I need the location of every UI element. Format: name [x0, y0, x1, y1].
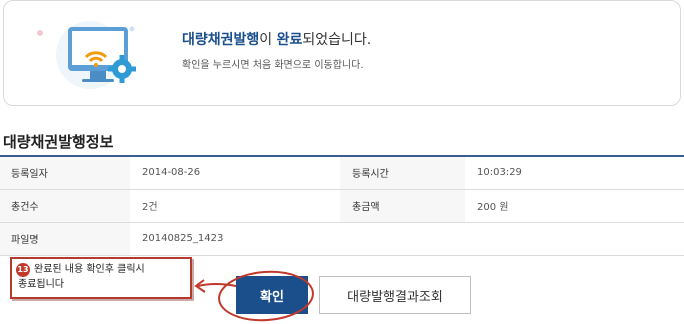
- table-row: 등록일자 2014-08-26 등록시간 10:03:29: [0, 156, 684, 190]
- filename-value: 20140825_1423: [130, 222, 684, 256]
- confirm-button[interactable]: 확인: [236, 276, 308, 314]
- arrow-line: [197, 283, 237, 287]
- bulk-issue-result-button[interactable]: 대량발행결과조회: [319, 276, 471, 314]
- count-label: 총건수: [0, 189, 130, 223]
- reg-time-value: 10:03:29: [465, 156, 684, 190]
- completion-description: 확인을 누르시면 처음 화면으로 이동합니다.: [182, 60, 364, 71]
- reg-time-label: 등록시간: [340, 156, 465, 190]
- table-row: 총건수 2건 총금액 200 원: [0, 189, 684, 223]
- issue-info-table: 등록일자 2014-08-26 등록시간 10:03:29 총건수 2건 총금액…: [0, 155, 684, 256]
- completion-text-end: 되었습니다.: [302, 32, 372, 48]
- reg-date-value: 2014-08-26: [130, 156, 340, 190]
- completion-highlight: 대량채권발행: [182, 32, 260, 48]
- count-value: 2건: [130, 189, 340, 223]
- amount-label: 총금액: [340, 189, 465, 223]
- table-row: 파일명 20140825_1423: [0, 222, 684, 256]
- completion-message: 대량채권발행이 완료되었습니다.: [182, 29, 371, 49]
- monitor-wifi-gear-icon: [37, 21, 136, 89]
- completion-bold: 완료: [276, 32, 303, 48]
- annotation-callout: 13 완료된 내용 확인후 클릭시 종료됩니다: [10, 257, 192, 299]
- amount-value: 200 원: [465, 189, 684, 223]
- completion-banner: 대량채권발행이 완료되었습니다. 확인을 누르시면 처음 화면으로 이동합니다.: [3, 0, 681, 106]
- arrow-head-icon: [194, 279, 206, 293]
- filename-label: 파일명: [0, 222, 130, 256]
- annotation-line1: 완료된 내용 확인후 클릭시: [34, 264, 145, 275]
- annotation-number: 13: [16, 263, 30, 277]
- completion-text-mid: 이: [259, 32, 277, 48]
- reg-date-label: 등록일자: [0, 156, 130, 190]
- annotation-line2: 종료됩니다: [18, 279, 64, 290]
- section-title: 대량채권발행정보: [3, 133, 114, 151]
